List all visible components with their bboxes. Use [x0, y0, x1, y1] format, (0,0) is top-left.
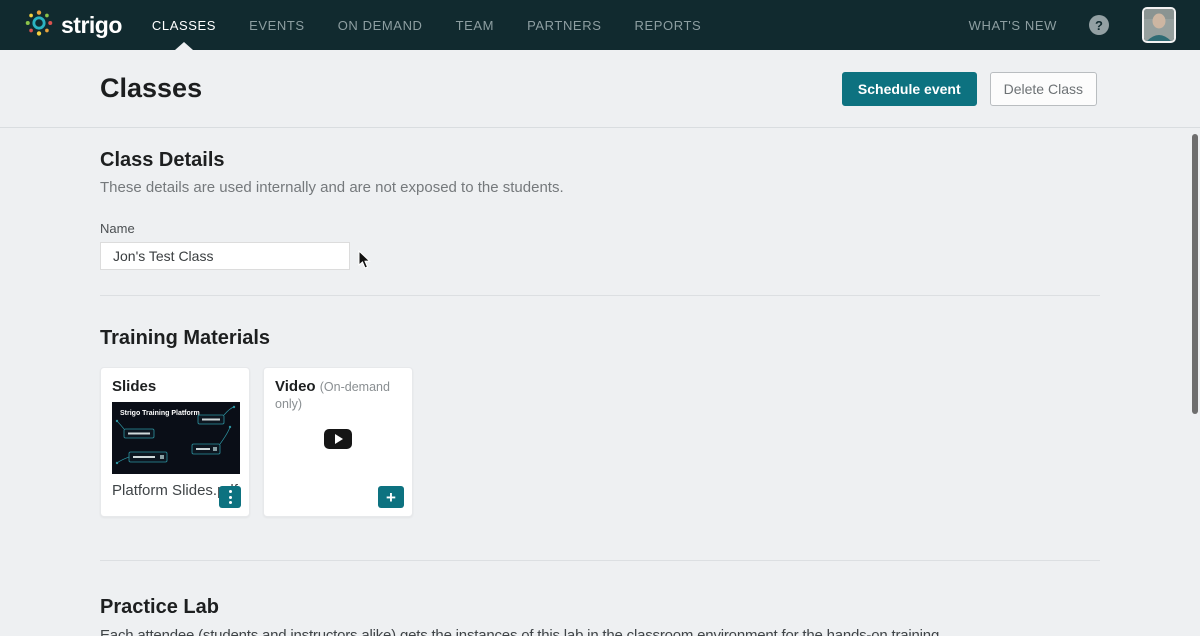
video-card-title: Video (On-demand only)	[275, 378, 390, 411]
whats-new-link[interactable]: WHAT'S NEW	[969, 18, 1057, 33]
nav-menu: CLASSES EVENTS ON DEMAND TEAM PARTNERS R…	[152, 0, 734, 50]
training-materials-heading: Training Materials	[100, 327, 271, 349]
nav-item-team[interactable]: TEAM	[456, 0, 495, 50]
nav-item-events[interactable]: EVENTS	[249, 0, 305, 50]
slides-card-title: Slides	[112, 378, 157, 395]
nav-item-on-demand[interactable]: ON DEMAND	[338, 0, 423, 50]
slides-thumbnail-title: Strigo Training Platform	[120, 410, 200, 417]
slides-card[interactable]: Slides Strigo Training Platform Platform…	[100, 367, 250, 517]
practice-lab-description: Each attendee (students and instructors …	[100, 627, 944, 636]
delete-class-button[interactable]: Delete Class	[989, 71, 1097, 106]
top-navbar: strigo CLASSES EVENTS ON DEMAND TEAM PAR…	[0, 0, 1200, 50]
name-label: Name	[100, 221, 135, 236]
play-icon[interactable]	[324, 429, 352, 449]
brand-name: strigo	[61, 11, 122, 38]
materials-cards-row: Slides Strigo Training Platform Platform…	[100, 367, 1100, 517]
kebab-icon	[228, 490, 232, 493]
slides-thumbnail[interactable]: Strigo Training Platform	[112, 402, 240, 474]
slides-options-button[interactable]	[219, 486, 241, 508]
class-details-section: Class Details These details are used int…	[0, 128, 1200, 296]
nav-right: WHAT'S NEW ?	[969, 7, 1176, 43]
practice-lab-heading: Practice Lab	[100, 596, 219, 618]
page-title: Classes	[100, 73, 203, 103]
add-video-button[interactable]: +	[378, 486, 404, 508]
training-materials-section: Training Materials Slides Strigo Trainin…	[0, 296, 1200, 561]
schedule-event-button[interactable]: Schedule event	[841, 71, 977, 106]
class-details-heading: Class Details	[100, 149, 225, 171]
help-icon[interactable]: ?	[1089, 15, 1109, 35]
nav-item-reports[interactable]: REPORTS	[634, 0, 701, 50]
nav-item-classes[interactable]: CLASSES	[152, 0, 216, 50]
video-card[interactable]: Video (On-demand only) +	[263, 367, 413, 517]
class-name-input[interactable]	[100, 242, 350, 270]
brand-logo[interactable]: strigo	[24, 8, 122, 43]
vertical-scrollbar[interactable]	[1192, 134, 1198, 414]
user-avatar[interactable]	[1142, 7, 1176, 43]
strigo-logo-icon	[24, 8, 54, 43]
page-header: Classes Schedule event Delete Class	[0, 50, 1200, 128]
class-details-description: These details are used internally and ar…	[100, 179, 564, 196]
video-placeholder	[264, 429, 412, 449]
header-buttons: Schedule event Delete Class	[841, 71, 1097, 106]
practice-lab-section: Practice Lab Each attendee (students and…	[0, 561, 1200, 636]
nav-item-partners[interactable]: PARTNERS	[527, 0, 601, 50]
